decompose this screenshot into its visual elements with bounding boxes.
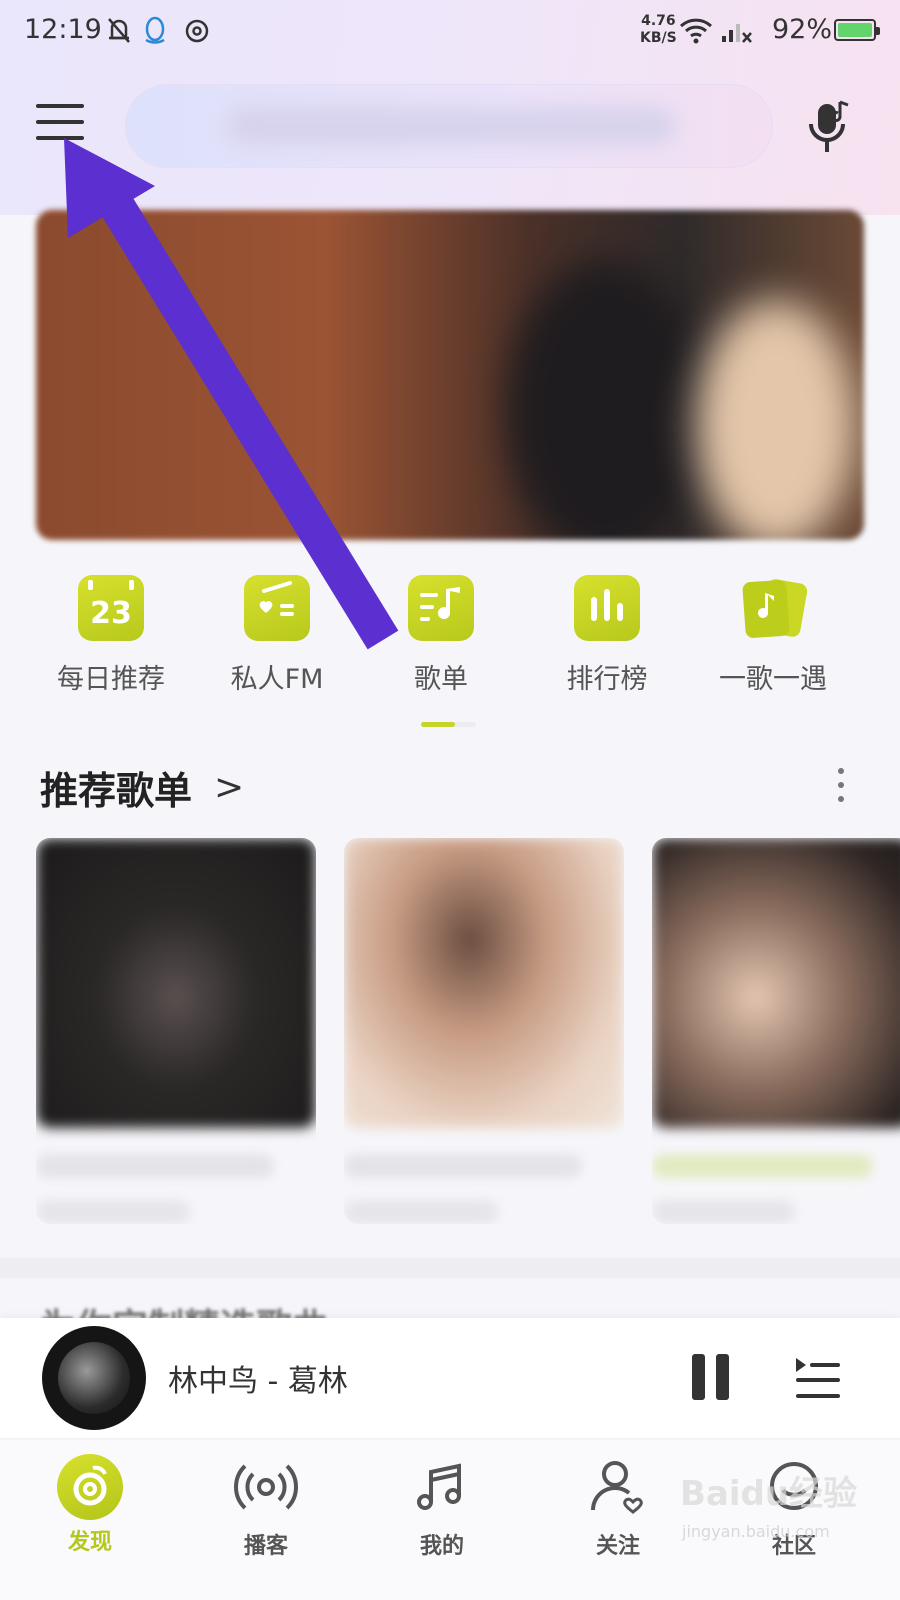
calendar-icon: 23 xyxy=(78,575,144,641)
quick-nav: 23 每日推荐 私人FM 歌单 排行榜 一歌一遇 xyxy=(0,575,900,695)
music-note-icon xyxy=(417,1463,461,1510)
playlist-card[interactable] xyxy=(652,838,900,1224)
album-disc[interactable] xyxy=(42,1326,146,1430)
netease-music-icon xyxy=(185,19,209,43)
battery-percent: 92% xyxy=(772,14,833,45)
bottom-tab-bar: 发现 播客 我的 关注 社区 xyxy=(0,1440,900,1600)
tab-mine[interactable]: 我的 xyxy=(382,1454,502,1560)
search-placeholder xyxy=(226,107,676,145)
network-speed: 4.76 KB/S xyxy=(640,13,677,47)
tab-podcast[interactable]: 播客 xyxy=(206,1454,326,1560)
section-divider xyxy=(0,1258,900,1278)
more-options-icon[interactable] xyxy=(836,768,846,808)
battery-fill xyxy=(838,23,872,37)
promo-banner[interactable] xyxy=(36,210,864,540)
now-playing-title: 林中鸟 - 葛林 xyxy=(168,1364,348,1399)
follow-user-icon xyxy=(590,1461,643,1514)
chevron-right-icon[interactable]: > xyxy=(214,767,244,808)
cellular-no-signal-icon xyxy=(722,24,752,43)
tab-label: 播客 xyxy=(243,1534,288,1559)
quick-nav-label: 一歌一遇 xyxy=(719,664,827,695)
tab-label: 关注 xyxy=(595,1534,640,1559)
quick-nav-scroll-indicator xyxy=(421,722,476,727)
tab-label: 发现 xyxy=(67,1530,112,1555)
quick-nav-fm[interactable]: 私人FM xyxy=(192,575,362,696)
quick-nav-label: 每日推荐 xyxy=(57,664,165,695)
podcast-icon xyxy=(234,1464,298,1510)
quick-nav-label: 歌单 xyxy=(414,664,468,695)
section-title-recommended[interactable]: 推荐歌单 xyxy=(40,760,192,815)
quick-nav-label: 私人FM xyxy=(230,664,324,695)
mini-player[interactable]: 林中鸟 - 葛林 xyxy=(0,1318,900,1438)
tab-discover[interactable]: 发现 xyxy=(30,1454,150,1556)
tab-follow[interactable]: 关注 xyxy=(558,1454,678,1560)
quick-nav-charts[interactable]: 排行榜 xyxy=(522,575,692,696)
wifi-icon xyxy=(679,18,713,44)
notification-muted-icon xyxy=(108,18,130,43)
playlist-cover xyxy=(652,838,900,1128)
network-speed-unit: KB/S xyxy=(640,30,677,46)
playlist-card[interactable] xyxy=(344,838,624,1224)
watermark-url: jingyan.baidu.com xyxy=(682,1522,830,1541)
radio-icon xyxy=(244,575,310,641)
battery-icon xyxy=(834,19,880,41)
quick-nav-daily[interactable]: 23 每日推荐 xyxy=(26,575,196,696)
status-bar: 12:19 4.76 KB/S 92% xyxy=(0,0,900,64)
quick-nav-playlist[interactable]: 歌单 xyxy=(356,575,526,696)
pause-icon[interactable] xyxy=(692,1354,732,1400)
hamburger-menu-icon[interactable] xyxy=(36,104,84,148)
search-bar[interactable] xyxy=(125,84,773,168)
voice-search-icon[interactable] xyxy=(806,98,856,156)
qq-penguin-icon xyxy=(145,16,165,44)
network-speed-value: 4.76 xyxy=(641,13,676,29)
chart-bars-icon xyxy=(574,575,640,641)
tab-label: 我的 xyxy=(419,1534,464,1559)
calendar-date: 23 xyxy=(90,596,132,631)
playlist-cover xyxy=(36,838,316,1128)
playlist-cover xyxy=(344,838,624,1128)
playlist-queue-icon[interactable] xyxy=(792,1356,842,1402)
watermark-brand: Baidu经验 xyxy=(680,1474,858,1514)
music-card-icon xyxy=(740,575,808,641)
quick-nav-encounter[interactable]: 一歌一遇 xyxy=(688,575,858,696)
album-art xyxy=(58,1342,130,1414)
quick-nav-label: 排行榜 xyxy=(566,664,648,695)
playlist-icon xyxy=(408,575,474,641)
playlist-card[interactable] xyxy=(36,838,316,1224)
discover-icon xyxy=(57,1454,123,1520)
status-time: 12:19 xyxy=(24,14,102,45)
